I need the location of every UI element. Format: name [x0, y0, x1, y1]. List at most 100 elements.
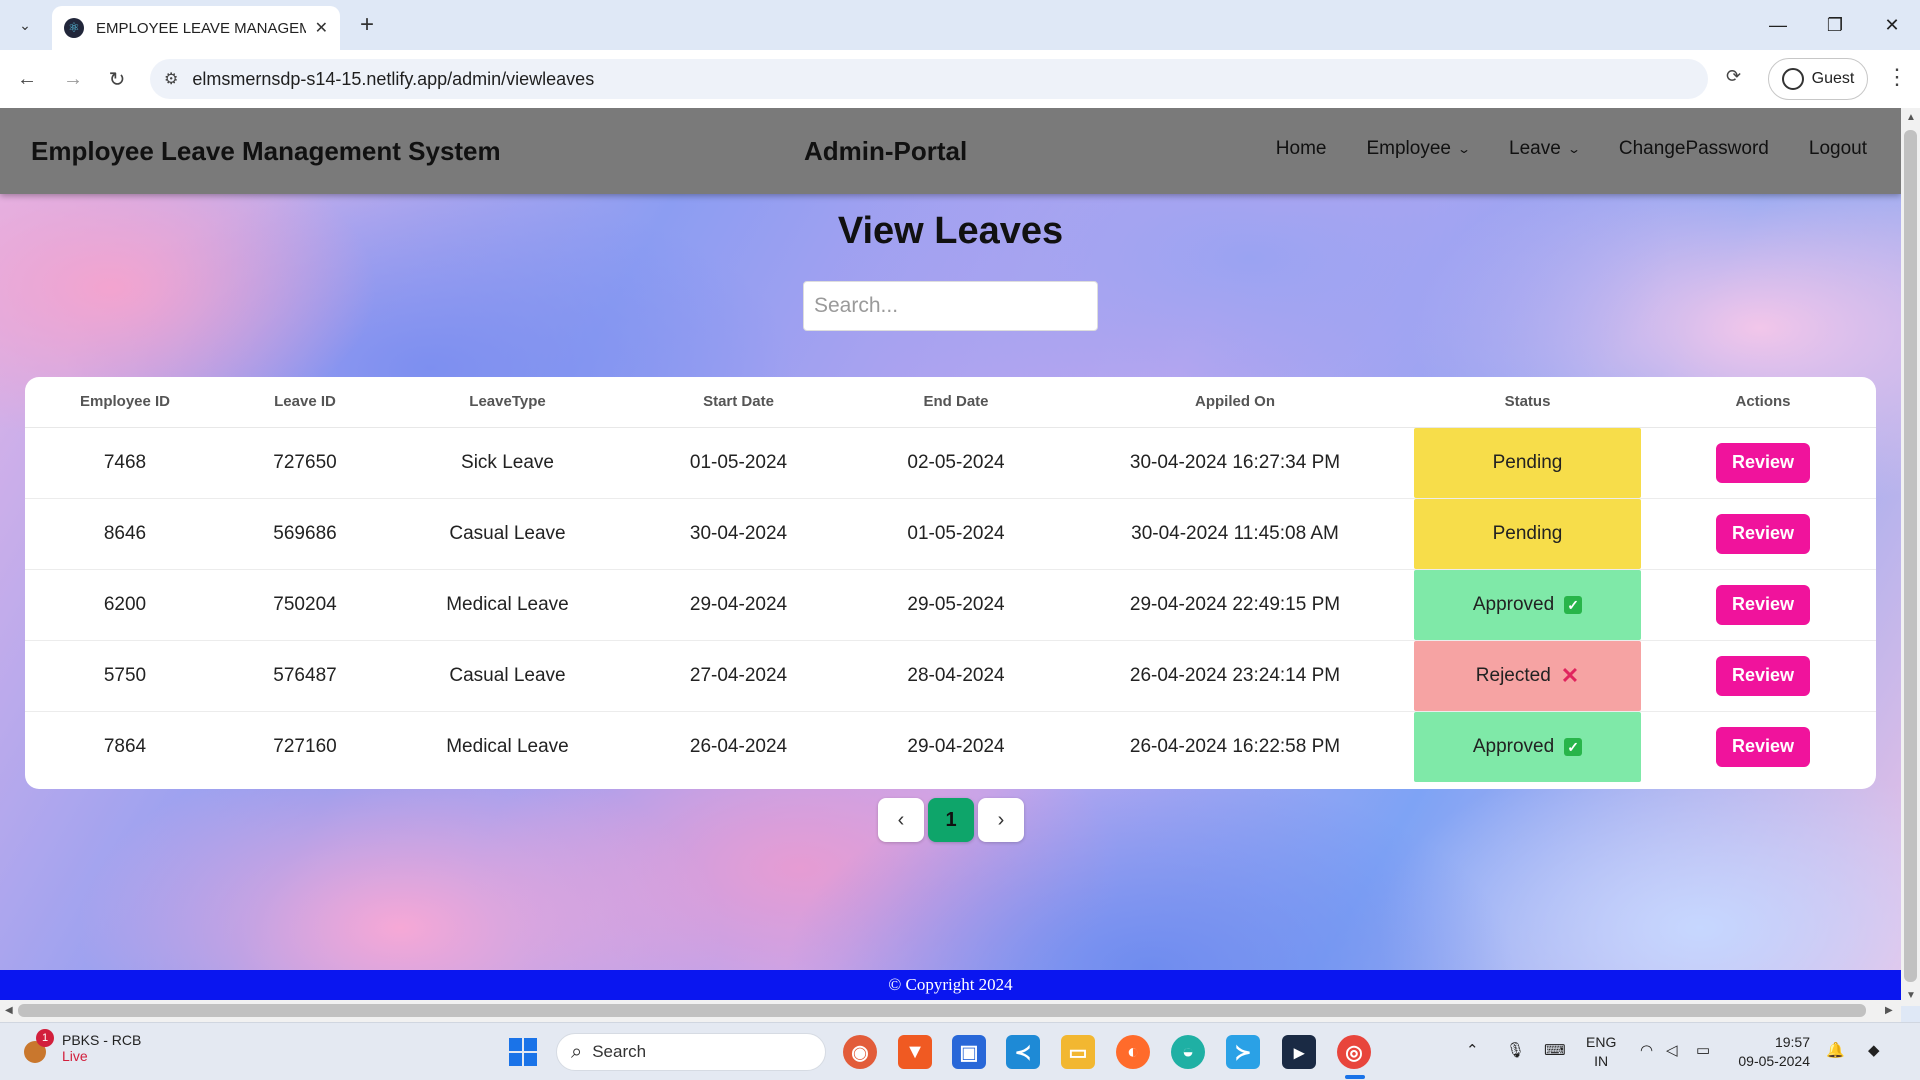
scroll-down-icon[interactable]: ▼: [1906, 990, 1916, 1001]
cell-leave-type: Casual Leave: [385, 498, 630, 570]
header-actions: Actions: [1650, 377, 1876, 428]
clock[interactable]: 19:57 09-05-2024: [1738, 1033, 1810, 1071]
cell-leave-type: Sick Leave: [385, 427, 630, 499]
cell-applied-on: 26-04-2024 23:24:14 PM: [1065, 640, 1405, 712]
news-subtitle: Live: [62, 1048, 88, 1064]
terminal-icon[interactable]: ▸: [1282, 1035, 1316, 1069]
status-badge: Pending: [1414, 427, 1641, 498]
chrome-icon[interactable]: ◎: [1337, 1035, 1371, 1069]
cell-leave-id: 569686: [225, 498, 385, 570]
nav-change-password-link[interactable]: ChangePassword: [1619, 138, 1769, 160]
cell-leave-id: 750204: [225, 569, 385, 641]
cell-leave-type: Medical Leave: [446, 735, 569, 757]
status-label: Rejected: [1475, 664, 1551, 686]
tray-overflow-icon[interactable]: ⌃: [1466, 1041, 1479, 1059]
taskbar-search[interactable]: ⌕ Search: [556, 1033, 826, 1071]
browser-toolbar: ← → ↻ ⚙ elmsmernsdp-s14-15.netlify.app/a…: [0, 50, 1920, 108]
news-widget[interactable]: 1 PBKS - RCB Live: [22, 1029, 141, 1065]
file-explorer-icon[interactable]: ▭: [1061, 1035, 1095, 1069]
nav-home-link[interactable]: Home: [1276, 138, 1327, 160]
horizontal-scroll-thumb[interactable]: [18, 1004, 1866, 1017]
taskbar-search-label: Search: [592, 1042, 647, 1061]
menu-icon[interactable]: ⋮: [1886, 64, 1908, 90]
vscode-insiders-icon[interactable]: ≻: [1226, 1035, 1260, 1069]
scroll-up-icon[interactable]: ▲: [1906, 112, 1916, 123]
review-button[interactable]: Review: [1716, 584, 1810, 625]
clock-time: 19:57: [1774, 1034, 1810, 1050]
review-button[interactable]: Review: [1716, 726, 1810, 767]
cell-status: Approved ✓: [1405, 711, 1650, 782]
address-bar[interactable]: ⚙ elmsmernsdp-s14-15.netlify.app/admin/v…: [150, 59, 1708, 99]
cricket-icon: 1: [22, 1029, 54, 1065]
language-indicator[interactable]: ENG IN: [1586, 1033, 1616, 1071]
brave-icon[interactable]: ▼: [898, 1035, 932, 1069]
header-status: Status: [1405, 377, 1650, 428]
store-icon[interactable]: ▣: [952, 1035, 986, 1069]
vertical-scroll-thumb[interactable]: [1904, 130, 1917, 982]
scroll-right-icon[interactable]: ▶: [1885, 1005, 1893, 1016]
windows-start-icon[interactable]: [506, 1035, 540, 1069]
status-badge: Approved ✓: [1414, 569, 1641, 640]
table-header-row: Employee ID Leave ID LeaveType Start Dat…: [25, 377, 1876, 428]
reload-icon[interactable]: ↻: [102, 64, 132, 94]
cell-actions: Review: [1650, 498, 1876, 570]
next-page-button[interactable]: ›: [978, 798, 1024, 842]
page-1-button[interactable]: 1: [928, 798, 974, 842]
browser-tab[interactable]: ⚛ EMPLOYEE LEAVE MANAGEMENT ✕: [52, 6, 340, 50]
edge-icon[interactable]: ◒: [1171, 1035, 1205, 1069]
nav-leave-label: Leave: [1509, 138, 1561, 159]
minimize-icon[interactable]: —: [1758, 10, 1798, 40]
status-label: Pending: [1492, 522, 1563, 544]
volume-icon[interactable]: ◁: [1666, 1041, 1678, 1059]
brand-title: Employee Leave Management System: [31, 136, 501, 166]
horizontal-scrollbar[interactable]: ◀ ▶: [0, 1000, 1901, 1022]
firefox-icon[interactable]: ◐: [1116, 1035, 1150, 1069]
forward-icon[interactable]: →: [58, 64, 88, 94]
header-employee-id: Employee ID: [25, 377, 225, 428]
review-button[interactable]: Review: [1716, 442, 1810, 483]
battery-icon[interactable]: ▭: [1696, 1041, 1710, 1059]
nav-employee-label: Employee: [1366, 138, 1451, 159]
tab-close-icon[interactable]: ✕: [315, 18, 328, 38]
status-badge: Rejected ✕: [1414, 640, 1641, 711]
browser-tab-strip: ⌄ ⚛ EMPLOYEE LEAVE MANAGEMENT ✕ + — ❐ ✕: [0, 0, 1920, 50]
search-input[interactable]: [803, 281, 1098, 331]
profile-icon: [1781, 68, 1804, 90]
nav-logout-link[interactable]: Logout: [1809, 138, 1867, 160]
nav-leave-dropdown[interactable]: Leave ⌄: [1509, 138, 1581, 160]
wifi-icon[interactable]: ◠: [1640, 1041, 1653, 1059]
close-window-icon[interactable]: ✕: [1872, 10, 1912, 40]
scroll-left-icon[interactable]: ◀: [5, 1005, 13, 1016]
notification-bell-icon[interactable]: 🔔: [1826, 1041, 1845, 1059]
keyboard-icon[interactable]: ⌨: [1544, 1041, 1566, 1059]
new-tab-icon[interactable]: +: [354, 11, 380, 38]
cell-start-date: 27-04-2024: [630, 640, 847, 712]
prev-page-button[interactable]: ‹: [878, 798, 924, 842]
profile-button[interactable]: Guest: [1768, 58, 1868, 100]
chevron-down-icon: ⌄: [1566, 142, 1581, 156]
back-icon[interactable]: ←: [12, 64, 42, 94]
microphone-icon[interactable]: 🎙: [1506, 1041, 1525, 1059]
cell-actions: Review: [1650, 640, 1876, 712]
table-row: 8646 569686 Casual Leave 30-04-2024 01-0…: [25, 498, 1876, 570]
url-text: elmsmernsdp-s14-15.netlify.app/admin/vie…: [192, 68, 595, 89]
chrome-dev-icon[interactable]: ◉: [843, 1035, 877, 1069]
cross-icon: ✕: [1560, 662, 1580, 688]
restore-icon[interactable]: ❐: [1815, 10, 1855, 40]
nav-employee-dropdown[interactable]: Employee ⌄: [1366, 138, 1471, 160]
vscode-icon[interactable]: ≺: [1006, 1035, 1040, 1069]
tab-search-icon[interactable]: ⌄: [12, 12, 38, 38]
profile-label: Guest: [1811, 70, 1855, 87]
copilot-icon[interactable]: ◆: [1868, 1041, 1880, 1059]
site-settings-icon[interactable]: ⚙: [164, 69, 178, 89]
active-app-indicator: [1345, 1075, 1365, 1079]
cell-status: Pending: [1405, 427, 1650, 499]
app-navbar: Employee Leave Management System Admin-P…: [0, 108, 1901, 194]
performance-icon[interactable]: ⟳: [1726, 66, 1741, 87]
review-button[interactable]: Review: [1716, 655, 1810, 696]
header-applied-on: Appiled On: [1065, 377, 1405, 428]
cell-applied-on: 26-04-2024 16:22:58 PM: [1129, 735, 1341, 757]
cell-end-date: 29-05-2024: [847, 569, 1065, 641]
vertical-scrollbar[interactable]: ▲ ▼: [1901, 108, 1920, 1006]
review-button[interactable]: Review: [1716, 513, 1810, 554]
